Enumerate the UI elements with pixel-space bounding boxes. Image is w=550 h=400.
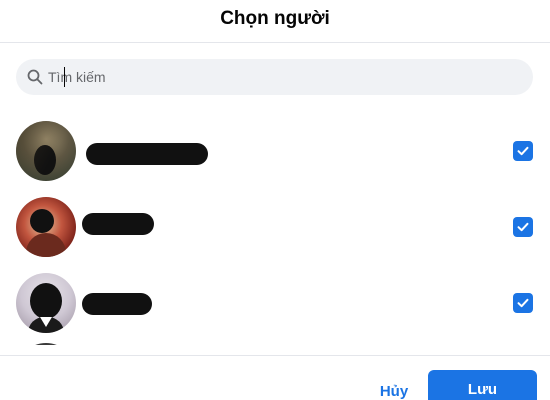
search-input[interactable] bbox=[48, 69, 508, 85]
dialog-header: Chọn người bbox=[0, 0, 550, 43]
list-scrollbar[interactable] bbox=[545, 105, 549, 255]
checkmark-icon bbox=[517, 146, 529, 156]
save-button[interactable]: Lưu bbox=[428, 370, 537, 400]
person-checkbox[interactable] bbox=[513, 217, 533, 237]
checkmark-icon bbox=[517, 222, 529, 232]
dialog-title: Chọn người bbox=[220, 8, 330, 29]
person-row[interactable] bbox=[0, 339, 550, 345]
avatar bbox=[16, 343, 76, 345]
avatar bbox=[16, 197, 76, 257]
avatar-face bbox=[30, 283, 62, 319]
person-name bbox=[82, 213, 154, 235]
avatar-face bbox=[30, 209, 54, 233]
person-row[interactable] bbox=[0, 187, 550, 263]
person-name bbox=[82, 293, 152, 315]
checkmark-icon bbox=[517, 298, 529, 308]
person-checkbox[interactable] bbox=[513, 141, 533, 161]
person-name bbox=[86, 143, 208, 165]
search-bar[interactable] bbox=[16, 59, 533, 95]
choose-people-dialog: Chọn người Tìm kiếm Hủy Lưu bbox=[0, 0, 550, 400]
people-list bbox=[0, 105, 550, 345]
person-checkbox[interactable] bbox=[513, 293, 533, 313]
search-icon bbox=[26, 68, 44, 86]
cancel-button[interactable]: Hủy bbox=[372, 380, 416, 400]
person-row[interactable] bbox=[0, 111, 550, 187]
person-row[interactable] bbox=[0, 263, 550, 339]
text-caret bbox=[64, 67, 65, 87]
avatar bbox=[16, 273, 76, 333]
avatar bbox=[16, 121, 76, 181]
